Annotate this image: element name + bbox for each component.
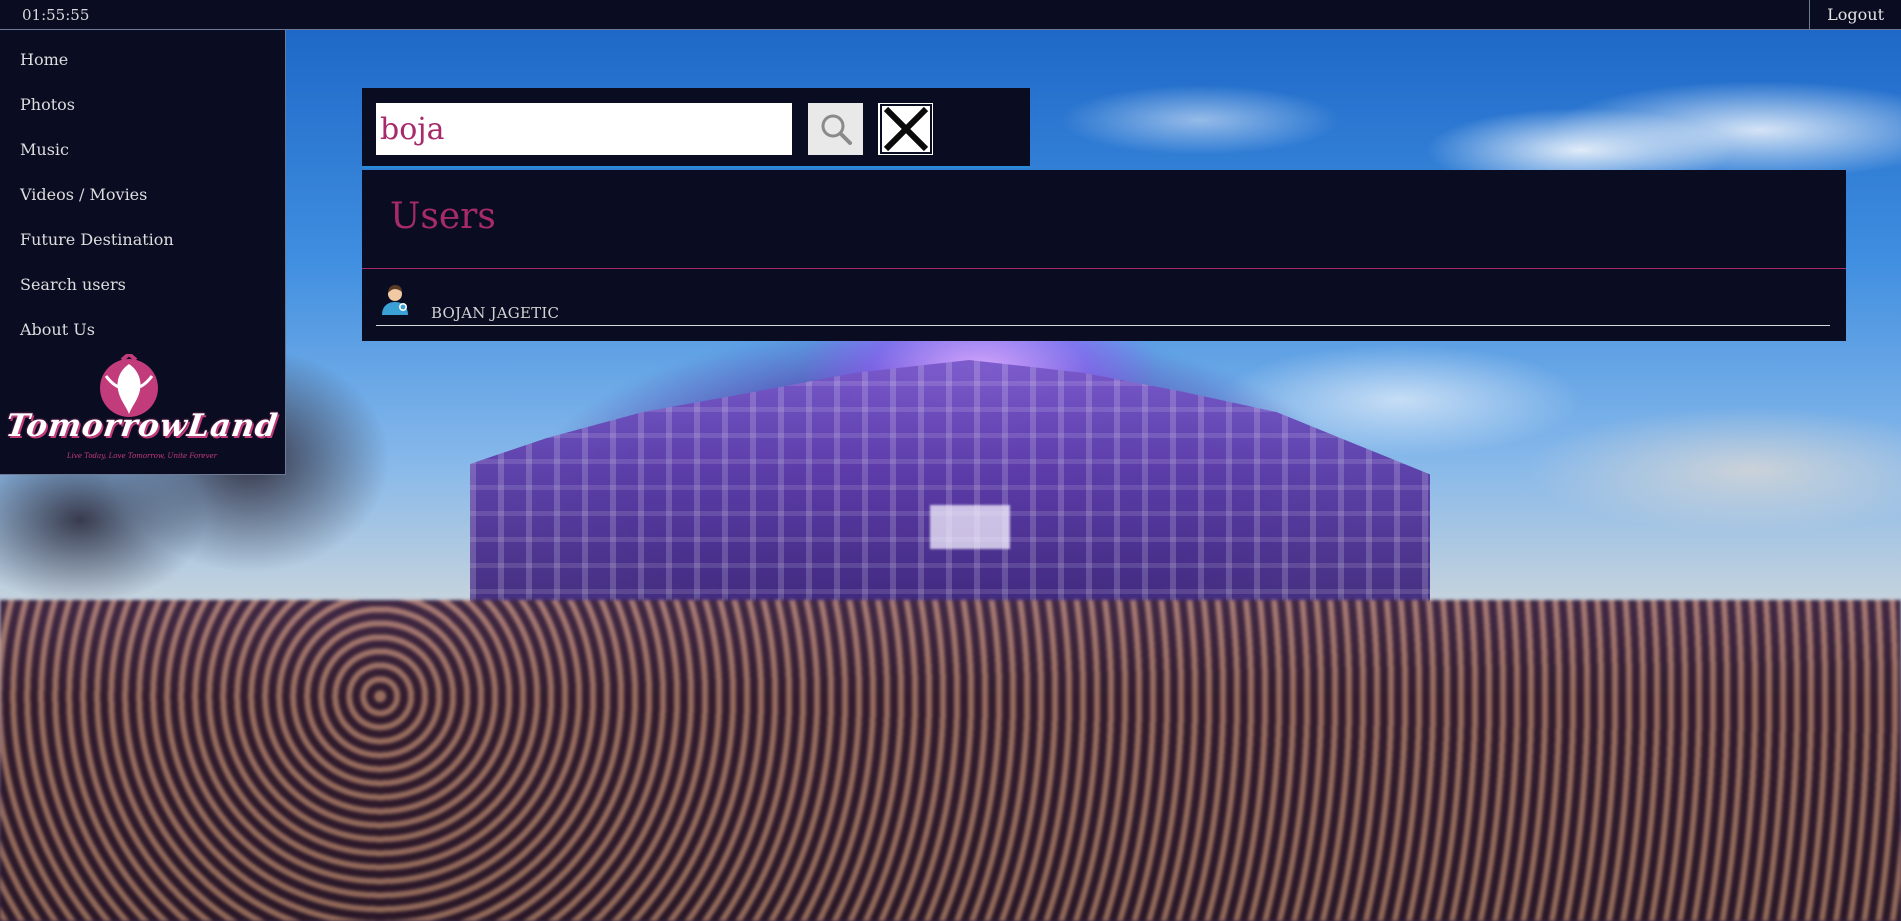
user-name: BOJAN JAGETIC [431,304,560,322]
search-button[interactable] [808,103,863,155]
user-result-row[interactable]: BOJAN JAGETIC [376,282,1830,326]
search-input[interactable] [376,103,792,155]
results-title: Users [362,170,1846,269]
sidebar: Home Photos Music Videos / Movies Future… [0,30,286,475]
sidebar-item-music[interactable]: Music [0,136,285,181]
logout-button[interactable]: Logout [1809,0,1901,30]
top-bar: 01:55:55 Logout [0,0,1901,30]
sidebar-item-videos-movies[interactable]: Videos / Movies [0,181,285,226]
logo-tagline: Live Today, Love Tomorrow, Unite Forever [66,452,218,460]
sidebar-item-photos[interactable]: Photos [0,91,285,136]
sidebar-nav: Home Photos Music Videos / Movies Future… [0,30,285,361]
logo-wordmark: TomorrowLand [3,408,281,444]
sidebar-item-search-users[interactable]: Search users [0,271,285,316]
tomorrowland-logo[interactable]: TomorrowLand Live Today, Love Tomorrow, … [0,352,281,467]
search-icon [821,114,852,145]
stage-sign [930,505,1010,549]
clock: 01:55:55 [22,5,90,24]
results-panel: Users BOJAN JAGETIC [362,170,1846,341]
close-icon [879,104,932,154]
sidebar-item-future-destination[interactable]: Future Destination [0,226,285,271]
search-panel [362,88,1030,168]
crowd [0,600,1901,921]
user-avatar-icon [382,285,408,315]
sidebar-item-home[interactable]: Home [0,46,285,91]
clear-search-button[interactable] [878,103,933,155]
